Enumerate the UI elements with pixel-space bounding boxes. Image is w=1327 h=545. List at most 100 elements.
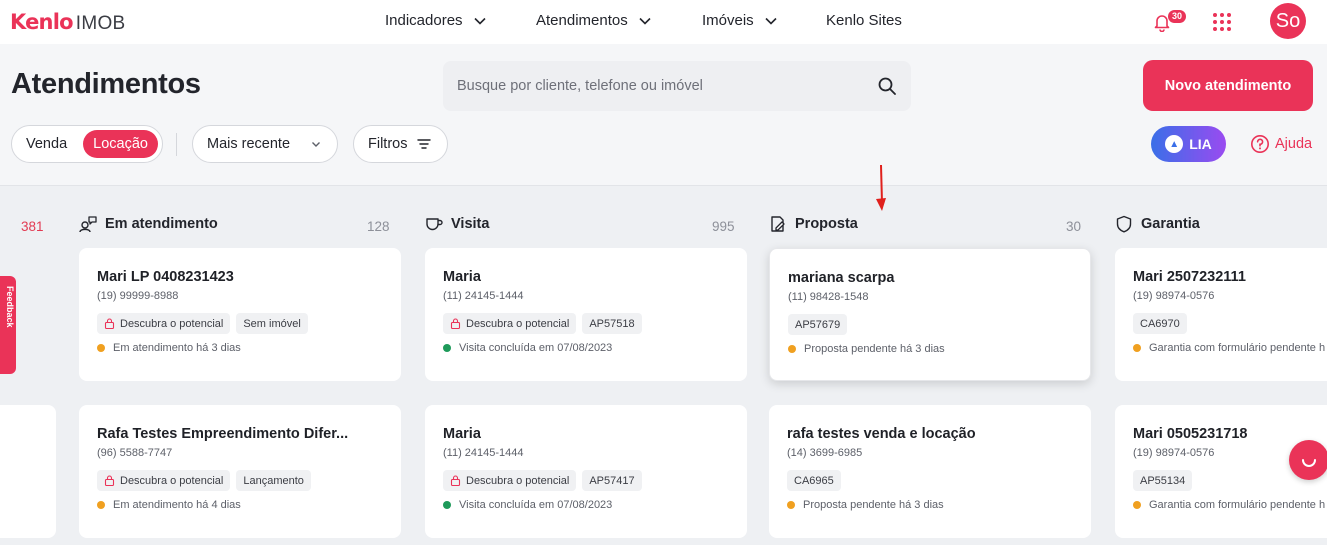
lock-icon (450, 318, 461, 329)
nav-atendimentos[interactable]: Atendimentos (536, 12, 652, 29)
card-tag: AP57679 (788, 314, 848, 335)
card-client-name: mariana scarpa (788, 270, 895, 286)
status-text: Visita concluída em 07/08/2023 (459, 342, 613, 354)
chevron-down-icon (765, 17, 777, 25)
card-tag: CA6970 (1133, 313, 1187, 334)
nav-label: Kenlo Sites (826, 12, 902, 29)
lia-icon: ▲ (1165, 135, 1184, 153)
logo-product: IMOB (75, 13, 126, 34)
card-status: Garantia com formulário pendente h (1133, 342, 1325, 354)
nav-label: Imóveis (702, 12, 754, 29)
status-text: Visita concluída em 07/08/2023 (459, 499, 613, 511)
lead-card[interactable]: rafa testes venda e locação (14) 3699-69… (769, 405, 1091, 538)
lead-card[interactable]: Rafa Testes Empreendimento Difer... (96)… (79, 405, 401, 538)
lock-icon (104, 475, 115, 486)
card-tag[interactable]: Descubra o potencial (97, 470, 231, 491)
lead-card-partial[interactable] (0, 405, 56, 538)
column-count: 30 (1066, 219, 1082, 234)
column-title: Visita (451, 216, 490, 232)
nav-label: Atendimentos (536, 12, 628, 29)
users-chat-icon (79, 216, 97, 233)
nav-label: Indicadores (385, 12, 463, 29)
new-atendimento-button[interactable]: Novo atendimento (1143, 60, 1313, 111)
deal-type-segment: Venda Locação (11, 125, 163, 163)
card-tag: CA6965 (787, 470, 841, 491)
search-icon[interactable] (877, 76, 897, 96)
logo-brand: Kenlo (10, 10, 74, 34)
card-status: Em atendimento há 4 dias (97, 499, 383, 511)
user-avatar[interactable]: So (1270, 3, 1306, 39)
grid-dots-icon[interactable] (1213, 13, 1231, 31)
shield-icon (1116, 215, 1132, 233)
card-tag: AP57518 (582, 313, 642, 334)
nav-imoveis[interactable]: Imóveis (702, 12, 778, 29)
card-tag: AP57417 (582, 470, 642, 491)
column-count: 995 (712, 219, 735, 234)
card-tag[interactable]: Descubra o potencial (97, 313, 231, 334)
chat-button[interactable] (1289, 440, 1327, 480)
status-dot (1133, 501, 1141, 509)
card-tag[interactable]: Descubra o potencial (443, 470, 577, 491)
status-text: Garantia com formulário pendente h (1149, 499, 1326, 511)
chat-icon (1302, 459, 1316, 467)
help-label: Ajuda (1275, 136, 1313, 152)
tag-label: Descubra o potencial (466, 317, 570, 330)
card-phone: (11) 24145-1444 (443, 447, 524, 459)
lead-card[interactable]: Mari LP 0408231423 (19) 99999-8988 Descu… (79, 248, 401, 381)
card-status: Proposta pendente há 3 dias (787, 499, 1073, 511)
search-input[interactable] (457, 78, 877, 94)
column-header-visita: Visita (425, 215, 489, 233)
chevron-down-icon (473, 17, 486, 25)
lia-button[interactable]: ▲ LIA (1151, 126, 1226, 162)
tag-label: Descubra o potencial (466, 474, 570, 487)
status-text: Em atendimento há 4 dias (113, 499, 241, 511)
chevron-down-icon (639, 17, 651, 25)
notification-badge: 30 (1168, 10, 1187, 23)
card-status: Garantia com formulário pendente h (1133, 499, 1325, 511)
tag-label: Descubra o potencial (120, 317, 224, 330)
lock-icon (450, 475, 461, 486)
card-status: Visita concluída em 07/08/2023 (443, 342, 729, 354)
status-text: Em atendimento há 3 dias (113, 342, 241, 354)
card-status: Proposta pendente há 3 dias (788, 343, 1072, 355)
card-phone: (11) 98428-1548 (788, 291, 869, 303)
page-title: Atendimentos (11, 68, 201, 100)
help-link[interactable]: Ajuda (1250, 134, 1312, 154)
filter-divider (176, 133, 177, 156)
card-tag: AP55134 (1133, 470, 1193, 491)
status-dot (787, 501, 795, 509)
column-title: Em atendimento (105, 216, 218, 232)
red-arrow-annotation (876, 164, 886, 211)
lead-card[interactable]: Maria (11) 24145-1444 Descubra o potenci… (425, 248, 747, 381)
card-tag[interactable]: Descubra o potencial (443, 313, 577, 334)
status-dot (1133, 344, 1141, 352)
segment-venda[interactable]: Venda (26, 136, 67, 152)
sort-dropdown[interactable]: Mais recente (192, 125, 338, 163)
status-dot (97, 501, 105, 509)
card-phone: (19) 98974-0576 (1133, 447, 1215, 459)
status-dot (443, 501, 451, 509)
nav-kenlo-sites[interactable]: Kenlo Sites (826, 12, 902, 29)
card-status: Em atendimento há 3 dias (97, 342, 383, 354)
mug-icon (426, 218, 443, 231)
search-bar (443, 61, 911, 111)
card-client-name: Mari 0505231718 (1133, 426, 1248, 442)
segment-locacao[interactable]: Locação (83, 130, 158, 158)
nav-indicadores[interactable]: Indicadores (385, 12, 487, 29)
lead-card[interactable]: Maria (11) 24145-1444 Descubra o potenci… (425, 405, 747, 538)
lock-icon (104, 318, 115, 329)
filters-label: Filtros (368, 136, 408, 152)
filters-button[interactable]: Filtros (353, 125, 448, 163)
card-client-name: Mari LP 0408231423 (97, 269, 234, 285)
card-phone: (11) 24145-1444 (443, 290, 524, 302)
card-phone: (14) 3699-6985 (787, 447, 863, 459)
kenlo-logo[interactable]: Kenlo IMOB (10, 10, 126, 35)
lead-card[interactable]: Mari 2507232111 (19) 98974-0576 CA6970 G… (1115, 248, 1327, 381)
kanban-board: 381 Em atendimento 128 Visita 995 Propos… (0, 185, 1327, 545)
column-header-proposta: Proposta (769, 215, 858, 233)
card-phone: (19) 98974-0576 (1133, 290, 1215, 302)
feedback-tab-label: Feedback (5, 286, 15, 328)
column-title: Proposta (795, 216, 858, 232)
lead-card[interactable]: mariana scarpa (11) 98428-1548 AP57679 P… (769, 248, 1091, 381)
column-count: 381 (21, 219, 44, 234)
